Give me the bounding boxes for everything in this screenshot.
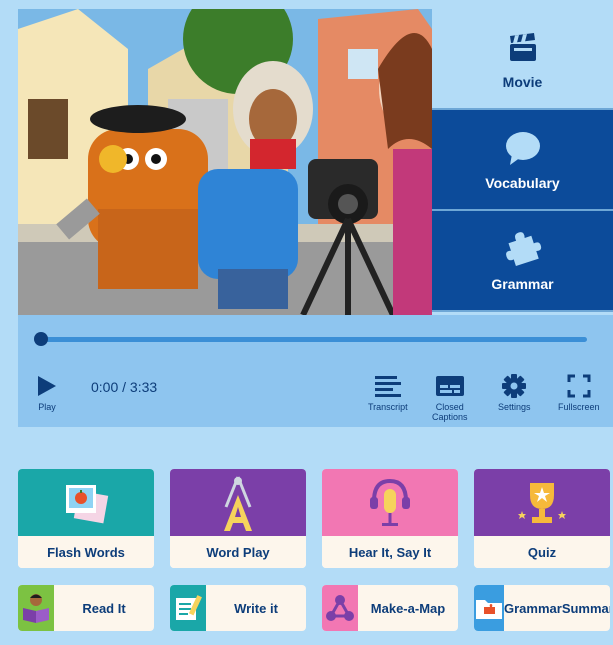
- write-it-label: Write it: [234, 600, 278, 616]
- side-tab-bar: Movie Vocabulary Grammar: [432, 9, 613, 315]
- play-button[interactable]: Play: [36, 370, 58, 412]
- clapperboard-icon: [506, 28, 540, 66]
- closed-captions-label-line2: Captions: [432, 412, 468, 422]
- video-still-illustration: [18, 9, 432, 315]
- read-it-label: Read It: [82, 600, 126, 616]
- tab-grammar[interactable]: Grammar: [432, 211, 613, 312]
- make-a-map-tile[interactable]: Make-a-Map: [322, 585, 458, 631]
- tab-movie-label: Movie: [502, 73, 543, 90]
- flash-words-banner: [18, 469, 154, 536]
- transcript-button[interactable]: Transcript: [368, 370, 408, 412]
- closed-captions-icon: [435, 370, 465, 402]
- microphone-icon: [370, 478, 410, 526]
- write-it-tile[interactable]: Write it: [170, 585, 306, 631]
- grammar-summary-label-line1: Grammar: [504, 600, 562, 616]
- tab-vocabulary[interactable]: Vocabulary: [432, 110, 613, 211]
- time-display: 0:00 / 3:33: [91, 379, 158, 395]
- word-play-icon: [224, 475, 252, 531]
- quiz-label: Quiz: [474, 536, 610, 568]
- puzzle-icon: [503, 230, 543, 268]
- folder-icon: [474, 585, 504, 631]
- video-frame[interactable]: [18, 9, 432, 315]
- word-play-label: Word Play: [170, 536, 306, 568]
- trophy-icon: [518, 482, 566, 523]
- settings-button[interactable]: Settings: [498, 370, 531, 412]
- word-play-tile[interactable]: Word Play: [170, 469, 306, 568]
- video-player-controls: Play 0:00 / 3:33 Transcript Closed Capti…: [18, 315, 613, 427]
- closed-captions-label-line1: Closed: [435, 402, 464, 412]
- speech-bubble-icon: [504, 129, 542, 167]
- word-play-banner: [170, 469, 306, 536]
- hear-it-say-it-banner: [322, 469, 458, 536]
- notepad-icon: [170, 585, 206, 631]
- make-a-map-label: Make-a-Map: [370, 600, 446, 616]
- progress-bar[interactable]: [42, 337, 587, 342]
- settings-label: Settings: [498, 402, 531, 412]
- tab-grammar-label: Grammar: [491, 275, 554, 292]
- quiz-tile[interactable]: Quiz: [474, 469, 610, 568]
- flash-words-label: Flash Words: [18, 536, 154, 568]
- fullscreen-icon: [567, 370, 591, 402]
- transcript-label: Transcript: [368, 402, 408, 412]
- fullscreen-label: Fullscreen: [558, 402, 600, 412]
- play-label: Play: [38, 402, 56, 412]
- transcript-icon: [373, 370, 403, 402]
- grammar-summary-tile[interactable]: Grammar Summary: [474, 585, 610, 631]
- quiz-banner: [474, 469, 610, 536]
- read-it-tile[interactable]: Read It: [18, 585, 154, 631]
- closed-captions-label: Closed Captions: [432, 402, 468, 422]
- gear-icon: [501, 370, 527, 402]
- concept-map-icon: [322, 585, 358, 631]
- grammar-summary-label-line2: Summary: [561, 600, 610, 616]
- reading-icon: [18, 585, 54, 631]
- grammar-summary-label: Grammar Summary: [504, 585, 610, 631]
- hear-it-say-it-tile[interactable]: Hear It, Say It: [322, 469, 458, 568]
- flash-words-tile[interactable]: Flash Words: [18, 469, 154, 568]
- fullscreen-button[interactable]: Fullscreen: [558, 370, 600, 412]
- progress-scrubber[interactable]: [34, 332, 48, 346]
- tab-movie[interactable]: Movie: [432, 9, 613, 110]
- play-icon: [36, 370, 58, 402]
- hear-it-say-it-label: Hear It, Say It: [322, 536, 458, 568]
- tab-vocabulary-label: Vocabulary: [485, 174, 560, 191]
- closed-captions-button[interactable]: Closed Captions: [432, 370, 468, 422]
- flash-cards-icon: [66, 484, 109, 523]
